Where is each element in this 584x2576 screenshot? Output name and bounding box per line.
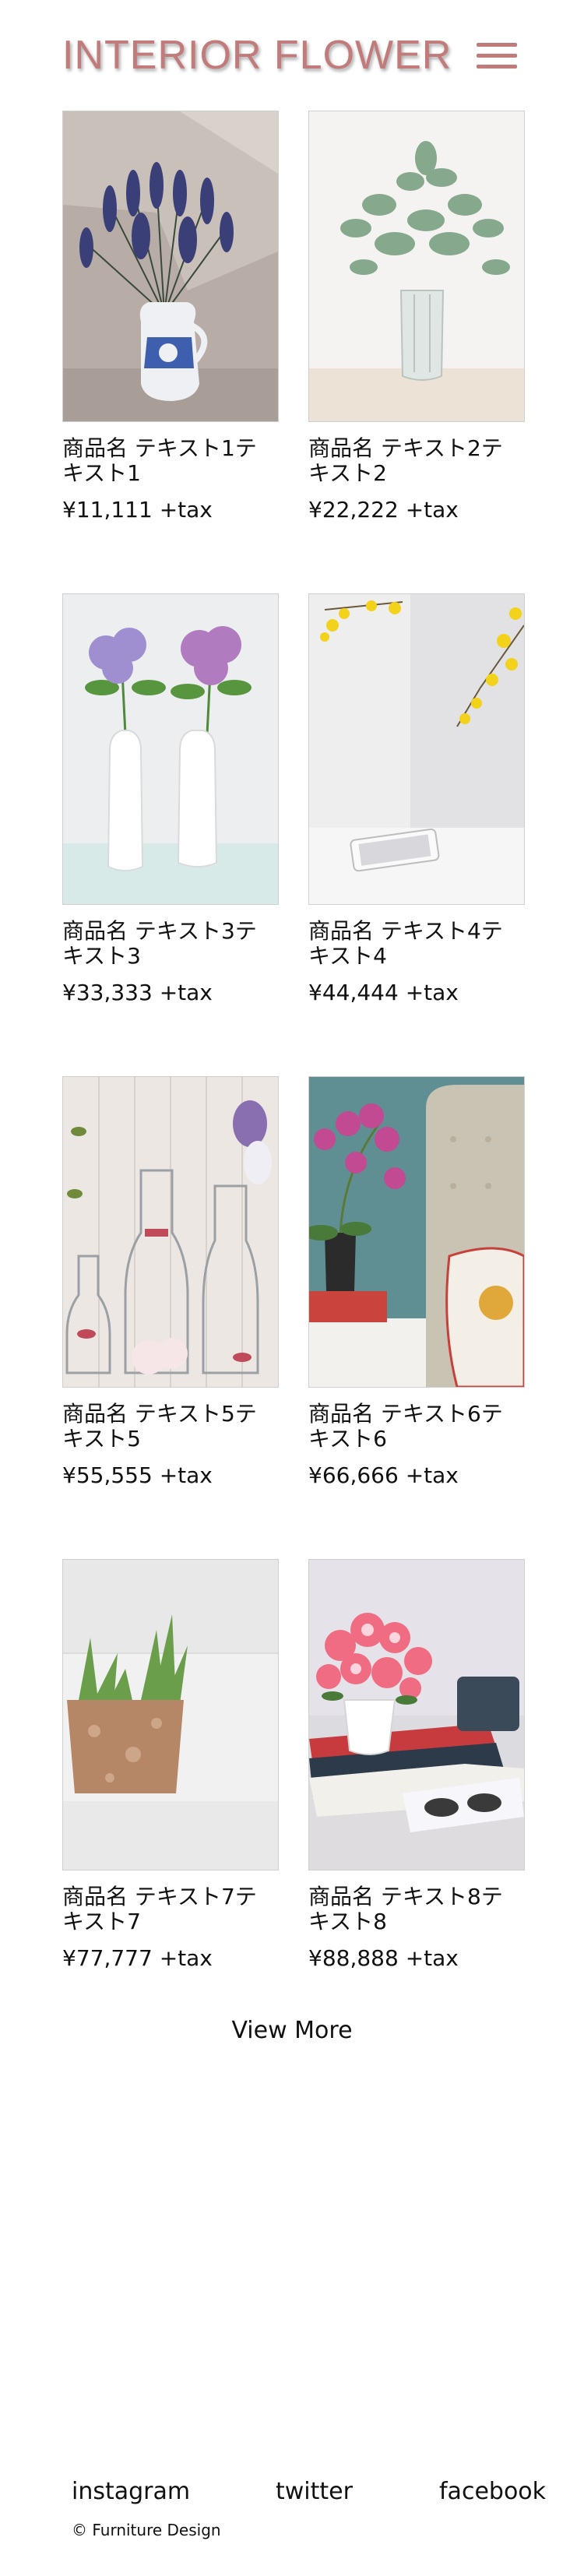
product-card[interactable]: 商品名 テキスト5テキスト5 ¥55,555 +tax — [62, 1076, 279, 1489]
menu-bar — [477, 43, 517, 47]
facebook-link[interactable]: facebook — [439, 2476, 546, 2507]
product-price: ¥22,222 +tax — [308, 497, 459, 523]
product-name[interactable]: 商品名 テキスト5テキスト5 — [62, 1402, 273, 1452]
product-name[interactable]: 商品名 テキスト6テキスト6 — [308, 1402, 519, 1452]
site-logo[interactable]: INTERIOR FLOWER — [62, 31, 452, 79]
product-photo[interactable] — [308, 593, 525, 905]
pink-flowers-photo — [309, 1560, 524, 1870]
product-card[interactable]: 商品名 テキスト2テキスト2 ¥22,222 +tax — [308, 111, 525, 523]
product-price: ¥88,888 +tax — [308, 1945, 459, 1971]
eucalyptus-photo — [309, 111, 524, 421]
menu-bar — [477, 54, 517, 58]
orchid-photo — [309, 1077, 524, 1387]
product-price: ¥44,444 +tax — [308, 980, 459, 1005]
menu-bar — [477, 65, 517, 69]
succulent-photo — [63, 1560, 278, 1870]
product-photo[interactable] — [62, 1076, 279, 1388]
product-photo[interactable] — [62, 593, 279, 905]
product-price: ¥55,555 +tax — [62, 1462, 213, 1488]
copyright-text: © Furniture Design — [72, 2521, 221, 2539]
product-price: ¥77,777 +tax — [62, 1945, 213, 1971]
instagram-link[interactable]: instagram — [72, 2476, 190, 2507]
product-photo[interactable] — [62, 1559, 279, 1870]
product-photo[interactable] — [62, 111, 279, 422]
product-name[interactable]: 商品名 テキスト4テキスト4 — [308, 919, 519, 969]
glass-bottles-photo — [63, 1077, 278, 1387]
product-card[interactable]: 商品名 テキスト4テキスト4 ¥44,444 +tax — [308, 593, 525, 1006]
forsythia-photo — [309, 594, 524, 904]
hamburger-menu-icon[interactable] — [477, 40, 517, 72]
twitter-link[interactable]: twitter — [276, 2476, 353, 2507]
product-photo[interactable] — [308, 1559, 525, 1870]
product-name[interactable]: 商品名 テキスト2テキスト2 — [308, 436, 519, 486]
product-card[interactable]: 商品名 テキスト7テキスト7 ¥77,777 +tax — [62, 1559, 279, 1972]
product-photo[interactable] — [308, 1076, 525, 1388]
product-name[interactable]: 商品名 テキスト1テキスト1 — [62, 436, 273, 486]
footer-social-links: instagram twitter facebook — [0, 2476, 584, 2507]
hydrangea-photo — [63, 594, 278, 904]
product-name[interactable]: 商品名 テキスト8テキスト8 — [308, 1884, 519, 1934]
product-card[interactable]: 商品名 テキスト8テキスト8 ¥88,888 +tax — [308, 1559, 525, 1972]
lavender-photo — [63, 111, 278, 421]
product-name[interactable]: 商品名 テキスト3テキスト3 — [62, 919, 273, 969]
product-price: ¥11,111 +tax — [62, 497, 213, 523]
view-more-button[interactable]: View More — [0, 2015, 584, 2046]
product-price: ¥66,666 +tax — [308, 1462, 459, 1488]
product-card[interactable]: 商品名 テキスト1テキスト1 ¥11,111 +tax — [62, 111, 279, 523]
product-price: ¥33,333 +tax — [62, 980, 213, 1005]
product-photo[interactable] — [308, 111, 525, 422]
product-card[interactable]: 商品名 テキスト3テキスト3 ¥33,333 +tax — [62, 593, 279, 1006]
product-name[interactable]: 商品名 テキスト7テキスト7 — [62, 1884, 273, 1934]
product-card[interactable]: 商品名 テキスト6テキスト6 ¥66,666 +tax — [308, 1076, 525, 1489]
site-header: INTERIOR FLOWER — [0, 0, 584, 101]
